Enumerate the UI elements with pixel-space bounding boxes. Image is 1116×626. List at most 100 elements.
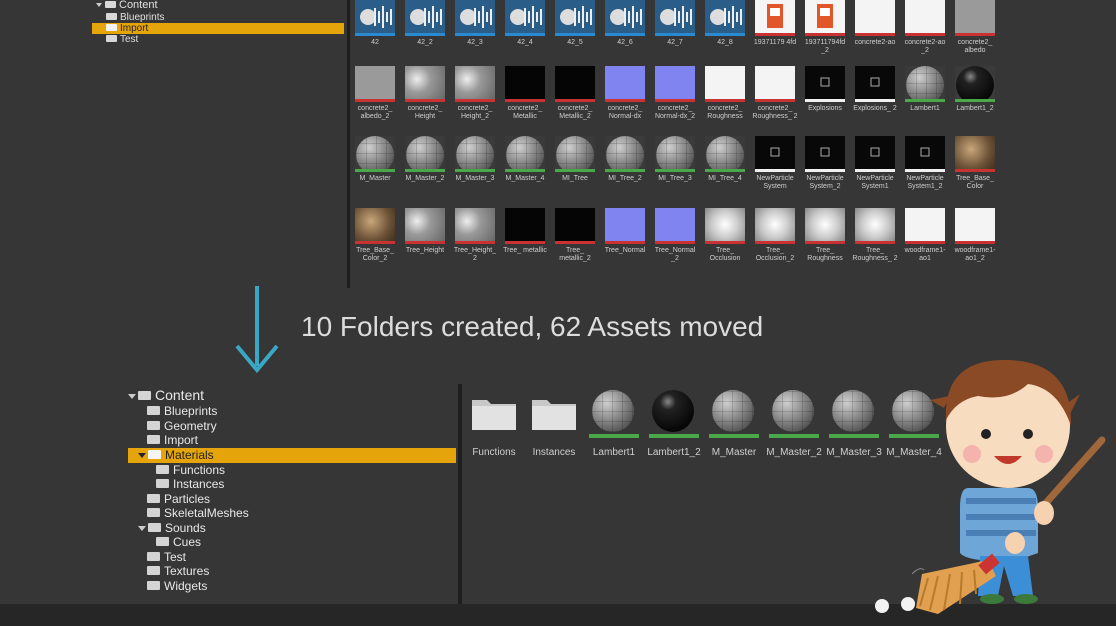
asset-tile[interactable]: 42_8 bbox=[702, 0, 748, 47]
asset-tile[interactable]: MI_Tree bbox=[552, 136, 598, 183]
asset-tile[interactable]: MI_Tree_3 bbox=[652, 136, 698, 183]
asset-tile[interactable]: concrete2_ albedo_2 bbox=[352, 66, 398, 121]
tree-item-skeletalmeshes[interactable]: SkeletalMeshes bbox=[147, 506, 249, 521]
expand-arrow-icon[interactable] bbox=[96, 3, 102, 8]
asset-label: MI_Tree_4 bbox=[708, 175, 742, 182]
asset-tile[interactable]: Tree_Normal bbox=[602, 208, 648, 255]
asset-label: 42 bbox=[371, 39, 379, 46]
material-tile[interactable]: M_Master bbox=[704, 388, 764, 458]
asset-tile[interactable]: Tree_ metallic_2 bbox=[552, 208, 598, 263]
folder-tile-instances[interactable]: Instances bbox=[524, 388, 584, 458]
asset-tile[interactable]: Tree_Base_ Color_2 bbox=[352, 208, 398, 263]
expand-arrow-icon[interactable] bbox=[138, 526, 146, 532]
tree-item-sounds[interactable]: Sounds bbox=[138, 521, 206, 536]
asset-tile[interactable]: concrete2_ Height_2 bbox=[452, 66, 498, 121]
tree-item-widgets[interactable]: Widgets bbox=[147, 579, 207, 594]
asset-tile[interactable]: Tree_Height_ 2 bbox=[452, 208, 498, 263]
material-sphere-icon bbox=[556, 136, 594, 169]
folder-icon bbox=[105, 0, 116, 8]
asset-tile[interactable]: concrete2_ Roughness_ 2 bbox=[752, 66, 798, 121]
texture-thumbnail bbox=[955, 0, 995, 36]
asset-tile[interactable]: 42_3 bbox=[452, 0, 498, 47]
asset-tile[interactable]: M_Master_4 bbox=[502, 136, 548, 183]
asset-tile[interactable]: concrete2-ao _2 bbox=[902, 0, 948, 55]
asset-tile[interactable]: concrete2_ Height bbox=[402, 66, 448, 121]
asset-label: M_Master_4 bbox=[505, 175, 545, 182]
asset-label: Lambert1 bbox=[910, 105, 940, 112]
material-tile[interactable]: Lambert1_2 bbox=[644, 388, 704, 458]
sound-wave-icon bbox=[655, 0, 695, 36]
asset-tile[interactable]: concrete2_ Metallic_2 bbox=[552, 66, 598, 121]
material-tile[interactable]: Lambert1 bbox=[584, 388, 644, 458]
asset-tile[interactable]: NewParticle System_2 bbox=[802, 136, 848, 191]
asset-tile[interactable]: Tree_ Occlusion_2 bbox=[752, 208, 798, 263]
asset-label: Tree_ metallic bbox=[503, 247, 547, 254]
asset-tile[interactable]: M_Master_3 bbox=[452, 136, 498, 183]
tree-item-import[interactable]: Import bbox=[147, 433, 198, 448]
asset-tile[interactable]: MI_Tree_4 bbox=[702, 136, 748, 183]
bottom-splitter[interactable] bbox=[458, 384, 462, 604]
asset-tile[interactable]: NewParticle System1 bbox=[852, 136, 898, 191]
asset-tile[interactable]: 42_5 bbox=[552, 0, 598, 47]
asset-tile[interactable]: 42 bbox=[352, 0, 398, 47]
asset-tile[interactable]: Explosions bbox=[802, 66, 848, 113]
asset-tile[interactable]: Tree_ Occlusion bbox=[702, 208, 748, 263]
asset-tile[interactable]: NewParticle System1_2 bbox=[902, 136, 948, 191]
asset-tile[interactable]: woodframe1- ao1_2 bbox=[952, 208, 998, 263]
asset-tile[interactable]: Tree_ Roughness_ 2 bbox=[852, 208, 898, 263]
asset-tile[interactable]: 193711794fd _2 bbox=[802, 0, 848, 55]
asset-tile[interactable]: Tree_Height bbox=[402, 208, 448, 255]
asset-tile[interactable]: 19371179 4fd bbox=[752, 0, 798, 47]
asset-tile[interactable]: NewParticle System bbox=[752, 136, 798, 191]
asset-tile[interactable]: concrete2_ albedo bbox=[952, 0, 998, 55]
folder-tile-functions[interactable]: Functions bbox=[464, 388, 524, 458]
asset-tile[interactable]: Tree_ metallic bbox=[502, 208, 548, 255]
asset-tile[interactable]: 42_7 bbox=[652, 0, 698, 47]
asset-tile[interactable]: concrete2_ Roughness bbox=[702, 66, 748, 121]
tree-item-content[interactable]: Content bbox=[128, 388, 204, 403]
asset-label: Lambert1 bbox=[592, 447, 636, 458]
tree-item-cues[interactable]: Cues bbox=[156, 535, 201, 550]
tree-item-textures[interactable]: Textures bbox=[147, 564, 209, 579]
asset-tile[interactable]: woodframe1- ao1 bbox=[902, 208, 948, 263]
texture-thumbnail bbox=[955, 136, 995, 172]
tree-item-instances[interactable]: Instances bbox=[156, 477, 224, 492]
material-tile[interactable]: M_Master_2 bbox=[764, 388, 824, 458]
asset-tile[interactable]: Lambert1 bbox=[902, 66, 948, 113]
asset-label: Tree_ Occlusion_2 bbox=[755, 247, 795, 262]
tree-item-blueprints[interactable]: Blueprints bbox=[147, 404, 217, 419]
asset-tile[interactable]: 42_4 bbox=[502, 0, 548, 47]
tree-item-test[interactable]: Test bbox=[147, 550, 186, 565]
tree-item-geometry[interactable]: Geometry bbox=[147, 419, 217, 434]
texture-thumbnail bbox=[455, 66, 495, 102]
top-tree-item-content[interactable]: Content bbox=[96, 0, 158, 11]
asset-tile[interactable]: 42_6 bbox=[602, 0, 648, 47]
asset-tile[interactable]: concrete2-ao bbox=[852, 0, 898, 47]
asset-tile[interactable]: Tree_Normal _2 bbox=[652, 208, 698, 263]
asset-tile[interactable]: Tree_Base_ Color bbox=[952, 136, 998, 191]
asset-tile[interactable]: 42_2 bbox=[402, 0, 448, 47]
asset-tile[interactable]: M_Master_2 bbox=[402, 136, 448, 183]
asset-tile[interactable]: concrete2_ Normal-dx_2 bbox=[652, 66, 698, 121]
expand-arrow-icon[interactable] bbox=[138, 453, 146, 459]
asset-label: Lambert1_2 bbox=[956, 105, 994, 112]
top-tree-item-blueprints[interactable]: Blueprints bbox=[106, 12, 164, 23]
tree-item-materials[interactable]: Materials bbox=[128, 448, 456, 463]
asset-tile[interactable]: Explosions_ 2 bbox=[852, 66, 898, 113]
asset-label: concrete2_ Roughness bbox=[707, 105, 743, 120]
top-tree-item-test[interactable]: Test bbox=[106, 34, 138, 45]
folder-icon bbox=[147, 406, 160, 416]
asset-tile[interactable]: M_Master bbox=[352, 136, 398, 183]
asset-tile[interactable]: concrete2_ Normal-dx bbox=[602, 66, 648, 121]
expand-arrow-icon[interactable] bbox=[128, 394, 136, 400]
tree-item-particles[interactable]: Particles bbox=[147, 492, 210, 507]
asset-label: concrete2_ albedo bbox=[957, 39, 993, 54]
top-tree-item-import[interactable]: Import bbox=[92, 23, 344, 34]
asset-tile[interactable]: Lambert1_2 bbox=[952, 66, 998, 113]
tree-item-functions[interactable]: Functions bbox=[156, 463, 225, 478]
asset-tile[interactable]: Tree_ Roughness bbox=[802, 208, 848, 263]
asset-tile[interactable]: MI_Tree_2 bbox=[602, 136, 648, 183]
asset-tile[interactable]: concrete2_ Metallic bbox=[502, 66, 548, 121]
texture-thumbnail bbox=[505, 208, 545, 244]
texture-thumbnail bbox=[705, 208, 745, 244]
